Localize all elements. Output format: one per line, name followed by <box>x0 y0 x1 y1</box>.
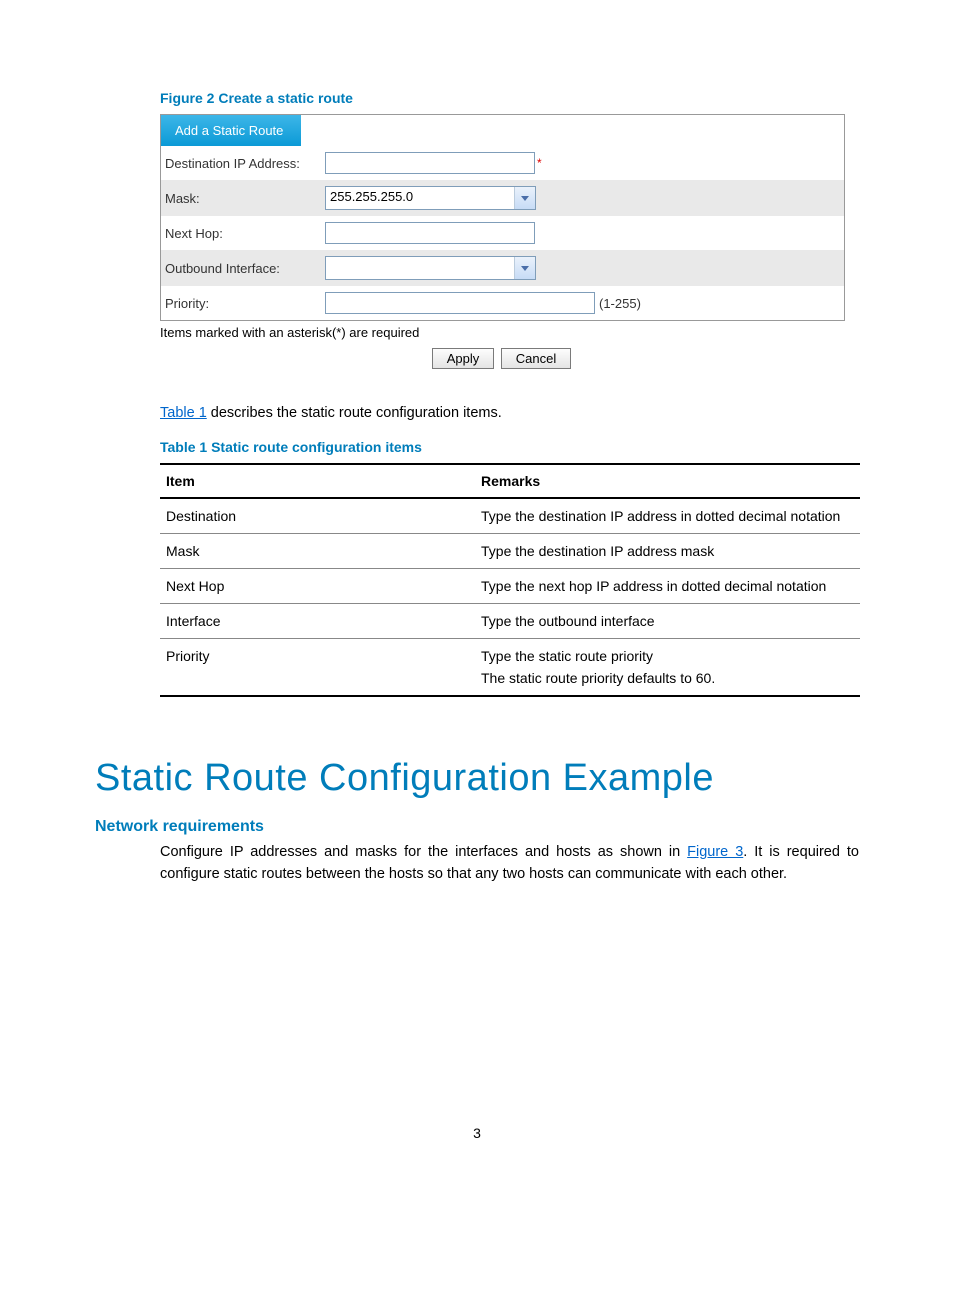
apply-button[interactable]: Apply <box>432 348 495 369</box>
nexthop-input[interactable] <box>325 222 535 244</box>
paragraph-network-req: Configure IP addresses and masks for the… <box>160 842 859 886</box>
table-row: Next Hop Type the next hop IP address in… <box>160 568 860 603</box>
dest-ip-label: Destination IP Address: <box>165 156 325 171</box>
figure-caption: Figure 2 Create a static route <box>160 90 859 106</box>
page-number: 3 <box>95 1125 859 1141</box>
mask-select[interactable]: 255.255.255.0 <box>325 186 536 210</box>
mask-select-value: 255.255.255.0 <box>326 187 514 209</box>
dest-ip-input[interactable] <box>325 152 535 174</box>
figure3-link[interactable]: Figure 3 <box>687 844 743 860</box>
th-remarks: Remarks <box>475 464 860 498</box>
priority-hint: (1-255) <box>599 296 641 311</box>
table-row: Destination Type the destination IP addr… <box>160 498 860 534</box>
required-note: Items marked with an asterisk(*) are req… <box>160 321 859 340</box>
required-star-icon: * <box>537 156 542 170</box>
cancel-button[interactable]: Cancel <box>501 348 571 369</box>
table-row: Mask Type the destination IP address mas… <box>160 533 860 568</box>
add-static-route-tab[interactable]: Add a Static Route <box>161 115 301 146</box>
outif-label: Outbound Interface: <box>165 261 325 276</box>
outif-select[interactable] <box>325 256 536 280</box>
mask-label: Mask: <box>165 191 325 206</box>
nexthop-label: Next Hop: <box>165 226 325 241</box>
table-row: Interface Type the outbound interface <box>160 603 860 638</box>
priority-input[interactable] <box>325 292 595 314</box>
page-title: Static Route Configuration Example <box>95 757 859 800</box>
paragraph-table1-desc: Table 1 describes the static route confi… <box>160 403 859 425</box>
th-item: Item <box>160 464 475 498</box>
table-caption: Table 1 Static route configuration items <box>160 439 859 455</box>
priority-label: Priority: <box>165 296 325 311</box>
chevron-down-icon[interactable] <box>514 187 535 209</box>
table-row: Priority Type the static route priority … <box>160 638 860 696</box>
table1-link[interactable]: Table 1 <box>160 405 207 421</box>
subheading-network-req: Network requirements <box>95 818 859 836</box>
config-items-table: Item Remarks Destination Type the destin… <box>160 463 860 697</box>
static-route-form: Add a Static Route Destination IP Addres… <box>160 114 845 321</box>
chevron-down-icon[interactable] <box>514 257 535 279</box>
